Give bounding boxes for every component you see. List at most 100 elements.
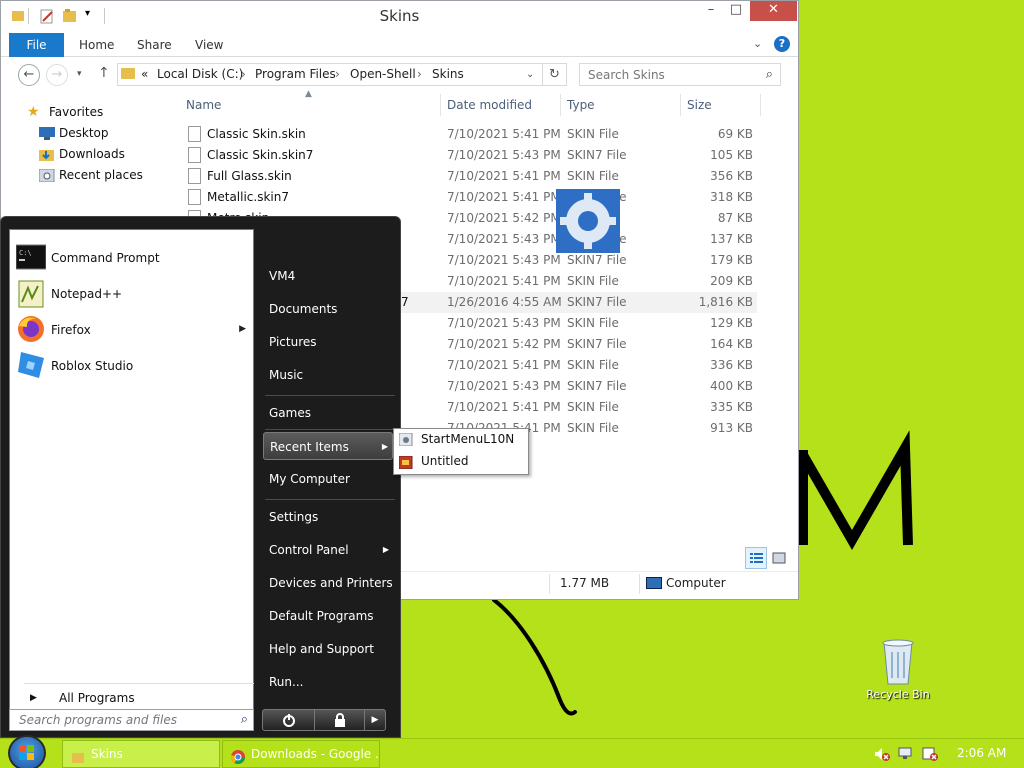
column-type[interactable]: Type [567,98,595,116]
recycle-bin[interactable]: Recycle Bin [866,638,930,704]
nav-desktop[interactable]: Desktop [39,126,109,140]
nav-favorites[interactable]: ★ Favorites [27,104,104,120]
search-icon[interactable]: ⌕ [241,712,248,727]
program-command-prompt[interactable]: C:\ Command Prompt [15,242,252,274]
user-picture[interactable] [556,189,620,253]
file-row[interactable]: Classic Skin.skin7 7/10/2021 5:43 PM SKIN7… [185,145,757,166]
program-notepad-plus-plus[interactable]: Notepad++ [16,278,252,310]
column-name[interactable]: Name [186,98,221,116]
file-type: SKIN7 File [567,253,627,267]
start-item-settings[interactable]: Settings [263,503,393,531]
breadcrumb-program-files[interactable]: Program Files [255,67,336,81]
start-item-my-computer[interactable]: My Computer [263,465,393,493]
help-icon[interactable]: ? [774,36,790,52]
column-divider[interactable] [560,94,561,116]
expand-ribbon-icon[interactable]: ⌄ [753,37,762,50]
maximize-button[interactable]: □ [725,1,747,21]
start-item-vm4[interactable]: VM4 [263,262,393,290]
shutdown-options-button[interactable]: ▶ [365,710,385,730]
back-button[interactable]: ← [18,64,40,86]
tab-home[interactable]: Home [79,33,114,57]
start-search-input[interactable]: Search programs and files [19,713,177,727]
close-button[interactable]: ✕ [750,1,797,21]
start-item-run[interactable]: Run... [263,668,393,696]
taskbar-item-label: Downloads - Google ... [251,747,380,761]
tab-file[interactable]: File [9,33,64,57]
lock-icon [334,713,345,727]
tab-share[interactable]: Share [137,33,172,57]
column-divider[interactable] [760,94,761,116]
recent-item-startmenul10n[interactable]: StartMenuL10N [421,432,514,446]
start-item-label: Recent Items [270,440,349,454]
start-item-help-support[interactable]: Help and Support [263,635,393,663]
breadcrumb-separator[interactable]: › [417,67,422,81]
start-item-pictures[interactable]: Pictures [263,328,393,356]
start-item-games[interactable]: Games [263,399,393,427]
file-row[interactable]: Full Glass.skin 7/10/2021 5:41 PM SKIN Fil… [185,166,757,187]
clock[interactable]: 2:06 AM [957,746,1006,760]
taskbar-item-chrome[interactable]: Downloads - Google ... [222,740,380,768]
start-item-music[interactable]: Music [263,361,393,389]
action-center-icon[interactable] [922,747,938,761]
column-date-modified[interactable]: Date modified [447,98,532,116]
power-button[interactable] [263,710,315,730]
start-item-default-programs[interactable]: Default Programs [263,602,393,630]
start-item-documents[interactable]: Documents [263,295,393,323]
file-row[interactable]: Classic Skin.skin 7/10/2021 5:41 PM SKIN F… [185,124,757,145]
title-bar: ▾ Skins – □ ✕ [1,1,798,32]
downloads-folder-icon [39,148,55,161]
large-icons-view-button[interactable] [768,547,790,569]
refresh-button[interactable]: ↻ [543,63,567,86]
file-size: 87 KB [717,211,753,225]
column-divider[interactable] [680,94,681,116]
taskbar-item-skins[interactable]: Skins [62,740,220,768]
recent-item-untitled[interactable]: Untitled [421,454,468,468]
volume-muted-icon[interactable] [874,747,890,761]
svg-text:C:\: C:\ [19,249,32,257]
file-row[interactable]: Metallic.skin77/10/2021 5:41 PMSKIN7 Fil… [185,187,757,208]
breadcrumb-local-disk[interactable]: Local Disk (C:) [157,67,243,81]
up-button[interactable]: ↑ [98,65,110,81]
nav-favorites-label: Favorites [49,105,104,119]
program-roblox-studio[interactable]: Roblox Studio [16,350,252,382]
nav-recent-places[interactable]: Recent places [38,168,143,183]
network-icon[interactable] [898,747,912,761]
all-programs-button[interactable]: All Programs [59,691,135,705]
divider [639,574,640,594]
file-icon [188,168,201,184]
program-label: Command Prompt [51,251,160,265]
address-bar[interactable]: « Local Disk (C:) › Program Files › Open… [117,63,543,86]
start-search-box[interactable]: Search programs and files ⌕ [9,709,254,731]
lock-button[interactable] [315,710,365,730]
search-box[interactable]: Search Skins ⌕ [579,63,781,86]
start-button[interactable] [8,735,46,768]
minimize-button[interactable]: – [701,1,721,21]
file-date: 7/10/2021 5:43 PM [447,148,561,162]
divider [24,683,254,684]
shutdown-controls: ▶ [262,709,386,731]
windows-logo-icon [19,745,34,760]
details-view-button[interactable] [745,547,767,569]
firefox-icon [16,314,46,344]
start-item-recent-items[interactable]: Recent Items ▶ [263,432,393,460]
breadcrumb-open-shell[interactable]: Open-Shell [350,67,416,81]
status-location: Computer [666,576,726,590]
tab-view[interactable]: View [195,33,223,57]
search-icon[interactable]: ⌕ [766,67,773,82]
start-item-control-panel[interactable]: Control Panel ▶ [263,536,393,564]
column-divider[interactable] [440,94,441,116]
start-item-devices-printers[interactable]: Devices and Printers [263,569,393,597]
breadcrumb-separator[interactable]: › [241,67,246,81]
recent-locations-icon[interactable]: ▾ [77,69,82,79]
breadcrumb-overflow[interactable]: « [141,67,148,81]
breadcrumb-separator[interactable]: › [335,67,340,81]
settings-file-icon [398,432,413,447]
forward-button[interactable]: → [46,64,68,86]
address-dropdown-icon[interactable]: ⌄ [526,69,534,80]
column-size[interactable]: Size [687,98,712,116]
program-firefox[interactable]: Firefox ▶ [16,314,252,346]
breadcrumb-skins[interactable]: Skins [432,67,464,81]
search-input[interactable]: Search Skins [588,68,665,82]
nav-downloads[interactable]: Downloads [39,147,125,161]
file-name: 7 [401,295,409,309]
